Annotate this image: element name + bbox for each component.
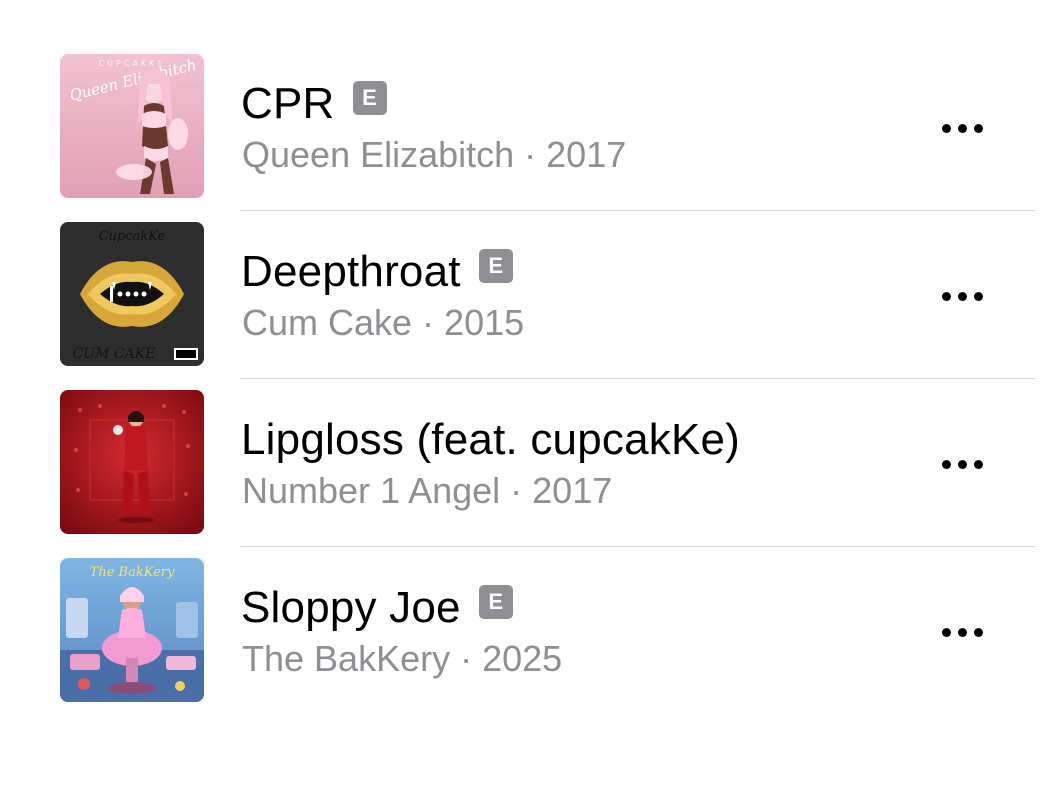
song-row-sloppy-joe[interactable]: The BakKery Sloppy Joe E The BakKery · 2… [0, 504, 1052, 702]
song-title-line: CPR E [241, 76, 387, 132]
ellipsis-icon-dot [973, 627, 983, 637]
explicit-badge-icon: E [478, 585, 513, 619]
ellipsis-icon-dot [957, 627, 967, 637]
song-row-deepthroat[interactable]: CupcakKe CUM CAKE Deepthroat E Cum Cake … [0, 168, 1052, 379]
cover-text: The BakKery [90, 565, 175, 580]
song-title: Deepthroat [241, 247, 461, 296]
more-options-button[interactable] [930, 108, 994, 148]
song-title: Sloppy Joe [241, 583, 461, 632]
ellipsis-icon-dot [957, 123, 967, 133]
ellipsis-icon-dot [957, 291, 967, 301]
more-options-button[interactable] [930, 444, 994, 484]
ellipsis-icon [941, 459, 951, 469]
ellipsis-icon-dot [973, 291, 983, 301]
song-title-line: Deepthroat E [241, 244, 513, 300]
cover-text: CupcakKe [99, 229, 166, 244]
more-options-button[interactable] [930, 276, 994, 316]
song-title: Lipgloss (feat. cupcakKe) [241, 415, 741, 464]
ellipsis-icon-dot [973, 123, 983, 133]
album-art: The BakKery [60, 558, 204, 702]
song-row-lipgloss[interactable]: Lipgloss (feat. cupcakKe) Number 1 Angel… [0, 336, 1052, 547]
song-title-line: Sloppy Joe E [241, 580, 513, 636]
ellipsis-icon [941, 627, 951, 637]
ellipsis-icon [941, 123, 951, 133]
more-options-button[interactable] [930, 612, 994, 652]
ellipsis-icon-dot [973, 459, 983, 469]
song-subtitle: The BakKery · 2025 [242, 638, 563, 679]
ellipsis-icon [941, 291, 951, 301]
ellipsis-icon-dot [957, 459, 967, 469]
explicit-badge-icon: E [478, 249, 513, 283]
song-row-cpr[interactable]: CUPCAKKE Queen Elizabitch CPR E Queen El… [0, 0, 1052, 211]
song-title: CPR [241, 79, 335, 128]
song-title-line: Lipgloss (feat. cupcakKe) [241, 412, 740, 468]
explicit-badge-icon: E [352, 81, 387, 115]
song-list: CUPCAKKE Queen Elizabitch CPR E Queen El… [0, 0, 1052, 797]
